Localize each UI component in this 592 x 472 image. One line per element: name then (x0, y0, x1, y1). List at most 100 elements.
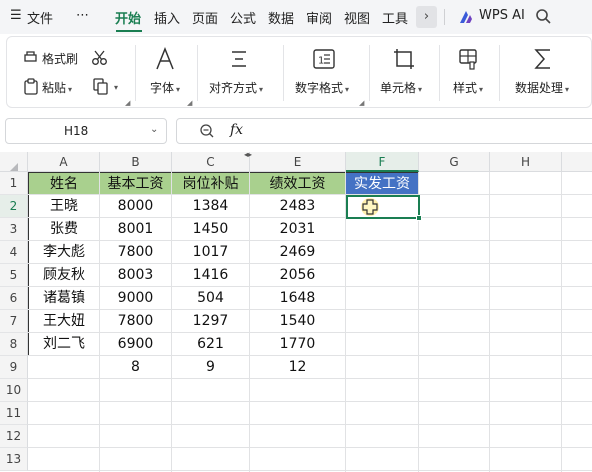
table-cell[interactable]: 张费 (28, 218, 100, 241)
table-cell[interactable]: 1017 (172, 241, 250, 264)
row-header-11[interactable]: 11 (0, 402, 28, 425)
count-cell[interactable]: 8 (100, 356, 172, 379)
table-cell[interactable] (346, 287, 419, 310)
tab-view[interactable]: 视图 (344, 8, 370, 27)
cell-button[interactable]: 单元格 ▾ (380, 79, 422, 96)
table-cell[interactable] (346, 218, 419, 241)
paste-button[interactable]: 粘贴 ▾ (42, 79, 72, 96)
tab-insert[interactable]: 插入 (154, 8, 180, 27)
table-cell[interactable]: 1416 (172, 264, 250, 287)
style-button[interactable]: 样式 ▾ (453, 79, 483, 96)
table-cell[interactable]: 1450 (172, 218, 250, 241)
table-cell[interactable]: 7800 (100, 310, 172, 333)
copy-dropdown-caret[interactable]: ▾ (112, 79, 118, 93)
table-cell[interactable]: 刘二飞 (28, 333, 100, 356)
table-cell[interactable]: 7800 (100, 241, 172, 264)
table-cell[interactable]: 2031 (250, 218, 346, 241)
font-button[interactable]: 字体 ▾ (150, 79, 180, 96)
wps-ai-button[interactable]: WPS AI (479, 8, 525, 23)
fx-icon[interactable]: fx (230, 122, 243, 138)
table-cell[interactable] (346, 333, 419, 356)
cell[interactable] (419, 172, 490, 195)
table-cell[interactable]: 1648 (250, 287, 346, 310)
table-cell[interactable] (346, 195, 419, 218)
table-cell[interactable]: 2056 (250, 264, 346, 287)
hidden-column-marker[interactable]: ◂▸ (244, 150, 252, 159)
cell[interactable] (346, 356, 419, 379)
column-header-partial[interactable] (562, 152, 592, 172)
name-box[interactable]: H18 ⌄ (5, 118, 167, 144)
table-cell[interactable]: 1297 (172, 310, 250, 333)
row-header-4[interactable]: 4 (0, 241, 28, 264)
table-cell[interactable] (346, 264, 419, 287)
table-cell[interactable]: 6900 (100, 333, 172, 356)
row-header-5[interactable]: 5 (0, 264, 28, 287)
copy-icon[interactable] (93, 78, 109, 95)
select-all-corner[interactable] (0, 152, 28, 172)
menu-file[interactable]: 文件 (27, 8, 53, 27)
row-header-1[interactable]: 1 (0, 172, 28, 195)
fill-handle[interactable] (416, 215, 422, 221)
formula-input[interactable]: fx (176, 118, 592, 144)
clipboard-expand-icon[interactable]: ◢ (125, 99, 130, 107)
header-cell-allowance[interactable]: 岗位补贴 (172, 172, 250, 195)
table-cell[interactable]: 1540 (250, 310, 346, 333)
tab-data[interactable]: 数据 (268, 8, 294, 27)
header-cell-net-pay[interactable]: 实发工资 (346, 172, 419, 195)
column-header-a[interactable]: A (28, 152, 100, 172)
count-cell[interactable]: 12 (250, 356, 346, 379)
cut-icon[interactable] (91, 49, 108, 66)
header-cell-name[interactable]: 姓名 (28, 172, 100, 195)
number-format-button[interactable]: 数字格式 ▾ (295, 79, 349, 96)
row-header-7[interactable]: 7 (0, 310, 28, 333)
format-painter-button[interactable]: 格式刷 (42, 50, 78, 67)
table-cell[interactable]: 李大彪 (28, 241, 100, 264)
table-cell[interactable]: 8001 (100, 218, 172, 241)
row-header-13[interactable]: 13 (0, 448, 28, 471)
tab-page[interactable]: 页面 (192, 8, 218, 27)
tab-review[interactable]: 审阅 (306, 8, 332, 27)
table-cell[interactable]: 诸葛镇 (28, 287, 100, 310)
column-header-h[interactable]: H (490, 152, 562, 172)
table-cell[interactable]: 2469 (250, 241, 346, 264)
table-cell[interactable]: 王大妞 (28, 310, 100, 333)
table-cell[interactable]: 621 (172, 333, 250, 356)
column-header-c[interactable]: C (172, 152, 250, 172)
chevron-down-icon[interactable]: ⌄ (150, 124, 158, 135)
header-cell-base-salary[interactable]: 基本工资 (100, 172, 172, 195)
number-format-expand-icon[interactable]: ◢ (359, 99, 364, 107)
table-cell[interactable]: 顾友秋 (28, 264, 100, 287)
table-cell[interactable]: 王晓 (28, 195, 100, 218)
data-process-button[interactable]: 数据处理 ▾ (515, 79, 569, 96)
tab-home[interactable]: 开始 (115, 8, 141, 27)
header-cell-performance[interactable]: 绩效工资 (250, 172, 346, 195)
chevron-right-icon[interactable]: › (416, 6, 437, 28)
table-cell[interactable] (346, 310, 419, 333)
column-header-f[interactable]: F (346, 152, 419, 172)
table-cell[interactable]: 504 (172, 287, 250, 310)
row-header-10[interactable]: 10 (0, 379, 28, 402)
row-header-9[interactable]: 9 (0, 356, 28, 379)
hamburger-icon[interactable]: ☰ (10, 8, 22, 23)
font-expand-icon[interactable]: ◢ (187, 99, 192, 107)
column-header-g[interactable]: G (419, 152, 490, 172)
search-icon[interactable] (535, 8, 552, 25)
table-cell[interactable]: 9000 (100, 287, 172, 310)
cell[interactable] (28, 356, 100, 379)
table-cell[interactable]: 8000 (100, 195, 172, 218)
cell[interactable] (490, 172, 562, 195)
menu-more-icon[interactable]: ⋯ (76, 8, 89, 23)
table-cell[interactable]: 2483 (250, 195, 346, 218)
tab-formula[interactable]: 公式 (230, 8, 256, 27)
table-cell[interactable]: 1770 (250, 333, 346, 356)
row-header-3[interactable]: 3 (0, 218, 28, 241)
count-cell[interactable]: 9 (172, 356, 250, 379)
row-header-6[interactable]: 6 (0, 287, 28, 310)
column-header-e[interactable]: E (250, 152, 346, 172)
row-header-8[interactable]: 8 (0, 333, 28, 356)
table-cell[interactable]: 1384 (172, 195, 250, 218)
row-header-12[interactable]: 12 (0, 425, 28, 448)
table-cell[interactable]: 8003 (100, 264, 172, 287)
align-button[interactable]: 对齐方式 ▾ (209, 79, 263, 96)
tab-tools[interactable]: 工具 (382, 8, 408, 27)
